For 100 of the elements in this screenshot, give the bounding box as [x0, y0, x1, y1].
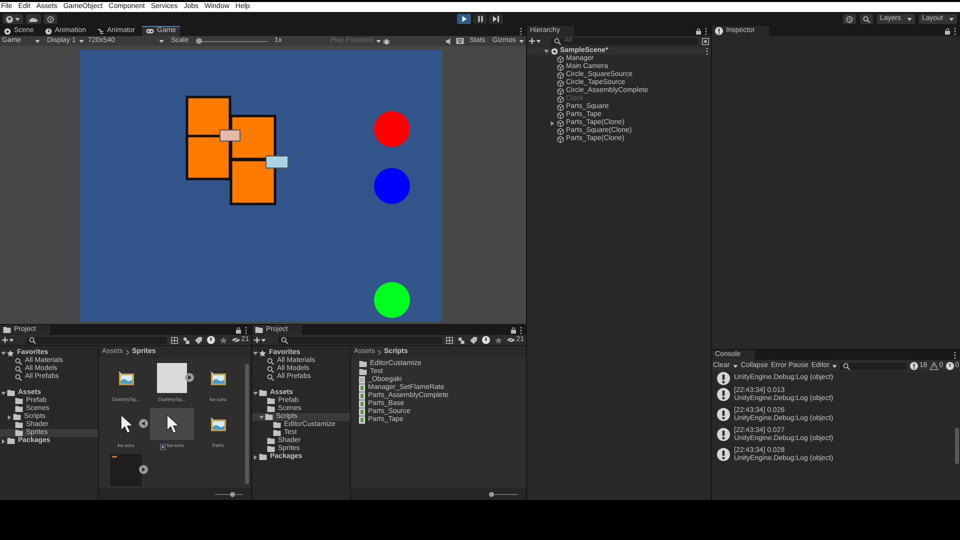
plus-icon [254, 337, 260, 343]
error-icon [946, 362, 954, 370]
plus-icon [529, 38, 535, 44]
lock-icon[interactable] [696, 28, 701, 34]
square-sprite [186, 134, 232, 180]
info-icon [717, 408, 730, 421]
filter-icon[interactable] [458, 336, 466, 344]
folder-icon [255, 327, 263, 333]
circle-sprite [374, 111, 410, 147]
info-icon[interactable] [482, 336, 490, 344]
gamepad-icon [146, 28, 154, 34]
search-icon [863, 16, 870, 22]
scene-icon [551, 48, 558, 54]
asset-tile[interactable] [150, 408, 194, 440]
search-button[interactable] [860, 14, 873, 24]
tape-sprite [266, 156, 288, 168]
lock-icon[interactable] [945, 28, 950, 34]
bug-icon[interactable] [383, 38, 390, 44]
caret-icon [949, 18, 954, 20]
circle-sprite [374, 282, 410, 318]
image-icon [118, 370, 134, 386]
sprite-thumbnail [157, 363, 187, 393]
pause-button[interactable] [473, 14, 487, 24]
history-button[interactable] [843, 14, 856, 24]
filter-icon[interactable] [183, 336, 190, 344]
lock-icon[interactable] [236, 326, 241, 334]
circle-sprite [374, 168, 410, 204]
star-icon [259, 350, 266, 356]
scene-icon [4, 28, 11, 34]
foldout-arrow[interactable] [1, 438, 6, 444]
ring-icon [47, 16, 54, 22]
expand-button[interactable] [139, 465, 148, 474]
search-icon [842, 362, 850, 370]
ring-button[interactable] [44, 14, 57, 24]
scale-slider[interactable] [196, 38, 268, 44]
image-icon [210, 416, 226, 432]
expand-button[interactable] [185, 373, 194, 382]
foldout-arrow[interactable] [1, 350, 6, 356]
pointer-icon [120, 414, 132, 434]
caret-icon [159, 40, 164, 42]
search-icon [29, 336, 36, 344]
caret-icon [261, 338, 266, 342]
search-icon [554, 38, 561, 44]
history-icon [846, 16, 853, 22]
step-button[interactable] [489, 14, 503, 24]
sprite-thumbnail [110, 454, 142, 486]
caret-icon [519, 40, 524, 42]
grid-icon[interactable] [171, 336, 178, 344]
add-button[interactable] [2, 337, 14, 343]
foldout-arrow[interactable] [550, 120, 555, 126]
caret-icon [536, 40, 541, 42]
document-icon [359, 376, 365, 384]
search-field[interactable] [26, 336, 168, 344]
star-icon [7, 350, 14, 356]
scrollbar[interactable] [955, 428, 959, 464]
account-button[interactable] [3, 14, 23, 24]
foldout-arrow[interactable] [1, 390, 6, 396]
search-field[interactable] [278, 336, 442, 344]
star-icon[interactable] [495, 336, 502, 344]
scrollbar[interactable] [245, 364, 249, 484]
foldout-arrow[interactable] [259, 414, 264, 420]
caret-icon [35, 40, 40, 42]
square-sprite [230, 158, 276, 206]
branch-icon [97, 28, 104, 34]
search-field[interactable] [840, 362, 908, 370]
foldout-arrow[interactable] [544, 48, 549, 54]
add-button[interactable] [254, 337, 266, 343]
folder-icon [3, 327, 11, 333]
caret-icon [907, 18, 912, 20]
foldout-arrow[interactable] [253, 390, 258, 396]
add-button[interactable] [529, 38, 541, 44]
caret-icon [9, 338, 14, 342]
search-icon [281, 336, 288, 344]
foldout-arrow[interactable] [7, 414, 12, 420]
cloud-button[interactable] [26, 14, 41, 24]
slider-thumb[interactable] [196, 38, 202, 44]
lock-icon[interactable] [511, 326, 516, 334]
chevron-icon [378, 350, 382, 354]
warning-icon [930, 362, 938, 370]
slider-thumb[interactable] [489, 492, 494, 496]
chevron-icon [126, 350, 130, 354]
image-icon [210, 370, 226, 386]
play-button[interactable] [457, 14, 471, 24]
foldout-arrow[interactable] [253, 350, 258, 356]
play-icon [462, 16, 466, 22]
cloud-icon [29, 16, 38, 22]
scene-filter-icon[interactable] [702, 38, 709, 44]
star-icon[interactable] [220, 336, 228, 344]
info-icon[interactable] [207, 336, 216, 344]
foldout-arrow[interactable] [253, 454, 258, 460]
caret-icon [832, 364, 837, 368]
keyboard-icon[interactable] [456, 38, 464, 44]
collapse-button[interactable] [139, 419, 148, 428]
grid-icon[interactable] [446, 336, 454, 344]
caret-icon [15, 18, 20, 20]
info-icon [717, 428, 730, 441]
square-sprite [230, 114, 276, 160]
plus-icon [2, 337, 8, 343]
slider-thumb[interactable] [230, 492, 235, 496]
user-icon [6, 16, 13, 22]
